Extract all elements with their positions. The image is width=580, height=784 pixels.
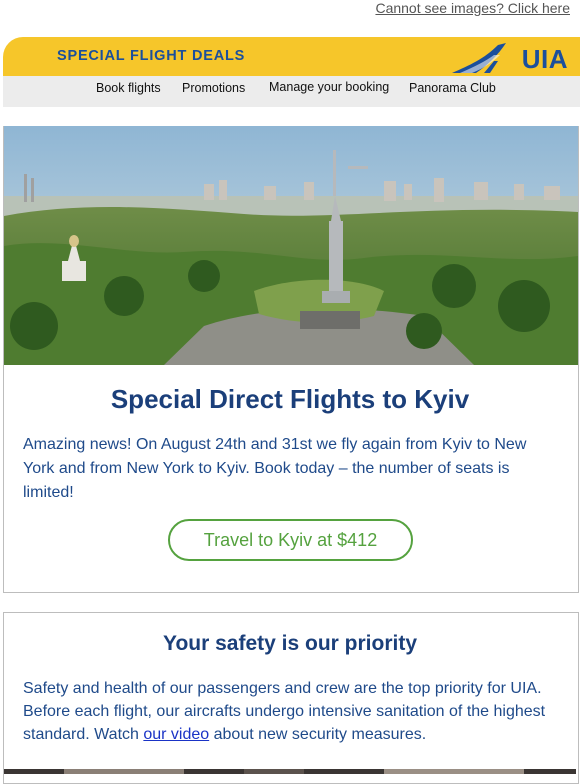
nav-promotions[interactable]: Promotions — [182, 81, 245, 95]
section-title-kyiv: Special Direct Flights to Kyiv — [110, 384, 470, 414]
kyiv-hero-image — [4, 126, 578, 365]
section-title-safety: Your safety is our priority — [163, 632, 417, 655]
section-body-safety: Safety and health of our passengers and … — [23, 677, 558, 746]
nav-book-flights[interactable]: Book flights — [96, 81, 161, 95]
travel-to-kyiv-button[interactable]: Travel to Kyiv at $412 — [168, 519, 413, 561]
uia-wing-icon — [452, 43, 506, 73]
cannot-see-images-link[interactable]: Cannot see images? Click here — [375, 0, 570, 16]
safety-image — [4, 765, 576, 774]
our-video-link[interactable]: our video — [143, 726, 209, 743]
safety-text-after: about new security measures. — [209, 726, 427, 743]
uia-logo[interactable]: UIA — [450, 39, 568, 75]
header-banner: SPECIAL FLIGHT DEALS UIA — [3, 37, 580, 76]
section-body-kyiv: Amazing news! On August 24th and 31st we… — [23, 436, 527, 501]
banner-title: SPECIAL FLIGHT DEALS — [57, 48, 246, 64]
nav-bar: Book flights Promotions Manage your book… — [3, 76, 580, 107]
logo-text: UIA — [521, 44, 568, 74]
nav-manage-booking[interactable]: Manage your booking — [269, 80, 389, 94]
nav-panorama-club[interactable]: Panorama Club — [409, 81, 496, 95]
